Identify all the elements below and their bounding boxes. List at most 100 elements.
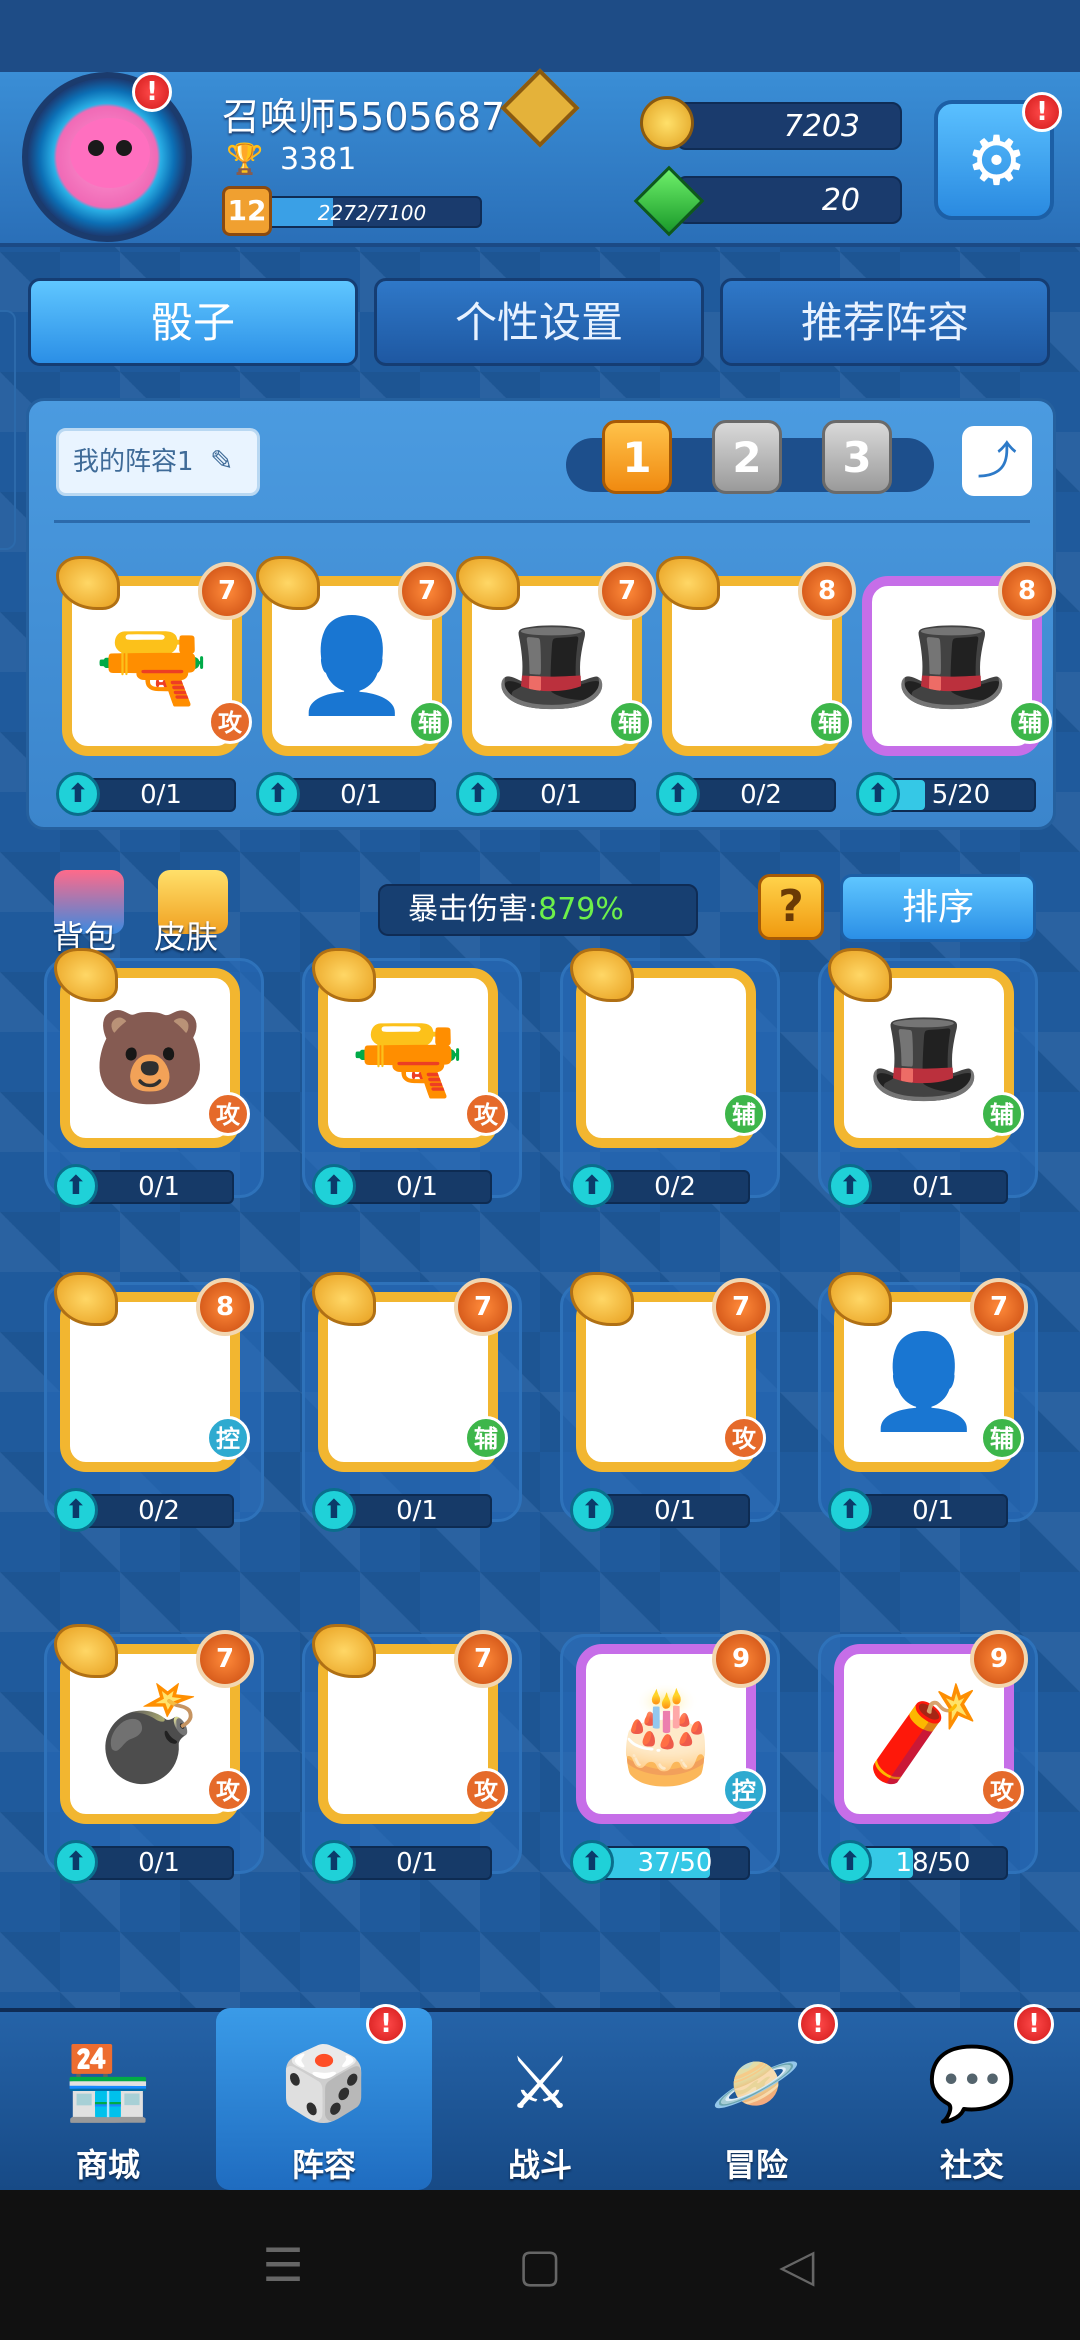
share-button[interactable]: ⤴ [962,426,1032,496]
upgrade-progress: 0/1 ⬆ [828,1164,1018,1208]
nav-label: 社交 [939,2146,1004,2184]
dice-level-badge: 7 [598,562,656,620]
upgrade-arrow-icon[interactable]: ⬆ [54,1840,98,1884]
dice-type-badge: 攻 [206,1092,250,1136]
upgrade-progress: 0/1 ⬆ [56,772,246,816]
trophy-count: 3381 [280,142,357,177]
upgrade-arrow-icon[interactable]: ⬆ [828,1488,872,1532]
coin-value: 7203 [783,109,860,144]
dice-level-badge: 7 [398,562,456,620]
upgrade-progress-bar: 0/1 [342,1494,492,1528]
dice-card[interactable]: 🎩 8 辅 [862,562,1056,756]
home-icon[interactable]: ▢ [515,2240,565,2290]
tab-recommended[interactable]: 推荐阵容 [720,278,1050,366]
dice-type-badge: 辅 [808,700,852,744]
tab-dice[interactable]: 骰子 [28,278,358,366]
upgrade-arrow-icon[interactable]: ⬆ [570,1164,614,1208]
tab-personalize[interactable]: 个性设置 [374,278,704,366]
chat-icon: 💬 [927,2041,1017,2125]
gem-bar[interactable]: 20 [676,176,902,224]
dice-card[interactable]: ❄ 8 控 [54,1272,254,1472]
dice-card[interactable]: 🎩 辅 [828,948,1024,1148]
upgrade-arrow-icon[interactable]: ⬆ [856,772,900,816]
dice-card[interactable]: ⬬ 7 攻 [312,1624,512,1824]
upgrade-arrow-icon[interactable]: ⬆ [54,1164,98,1208]
left-edge-handle[interactable] [0,310,16,550]
upgrade-arrow-icon[interactable]: ⬆ [312,1164,356,1208]
dice-card[interactable]: ✡ 辅 [570,948,766,1148]
planet-icon: 🪐 [711,2041,801,2125]
dice-type-badge: 控 [722,1768,766,1812]
upgrade-progress: 0/1 ⬆ [456,772,646,816]
dice-card[interactable]: 🐻 攻 [54,948,250,1148]
upgrade-arrow-icon[interactable]: ⬆ [312,1840,356,1884]
dice-type-badge: 辅 [980,1092,1024,1136]
dice-card[interactable]: 🔫 攻 [312,948,508,1148]
upgrade-arrow-icon[interactable]: ⬆ [828,1840,872,1884]
upgrade-progress: 0/1 ⬆ [312,1164,502,1208]
upgrade-progress: 37/50 ⬆ [570,1840,760,1884]
nav-item-4[interactable]: 💬 社交! [864,2004,1080,2190]
upgrade-progress-text: 37/50 [637,1848,713,1878]
status-bar-area [0,0,1080,72]
upgrade-arrow-icon[interactable]: ⬆ [256,772,300,816]
nav-label: 冒险 [723,2146,788,2184]
shop-icon: 🏪 [63,2041,153,2125]
upgrade-progress-text: 0/2 [740,780,782,810]
upgrade-arrow-icon[interactable]: ⬆ [456,772,500,816]
nav-item-1[interactable]: 🎲 阵容! [216,2004,432,2190]
nav-label: 阵容 [291,2146,356,2184]
dice-card[interactable]: 🎩 7 辅 [456,556,656,756]
lineup-slot-1[interactable]: 1 [602,420,672,494]
dice-card[interactable]: 💣 7 攻 [54,1624,254,1824]
coin-bar[interactable]: 7203 [676,102,902,150]
upgrade-arrow-icon[interactable]: ⬆ [56,772,100,816]
nav-notification-badge: ! [366,2004,406,2044]
lineup-slot-3[interactable]: 3 [822,420,892,494]
upgrade-progress-text: 0/1 [654,1496,696,1526]
upgrade-arrow-icon[interactable]: ⬆ [312,1488,356,1532]
upgrade-progress-bar: 0/1 [286,778,436,812]
dice-level-badge: 8 [196,1278,254,1336]
upgrade-progress-text: 0/1 [396,1172,438,1202]
upgrade-progress: 18/50 ⬆ [828,1840,1018,1884]
dice-card[interactable]: ✚ 8 辅 [656,556,856,756]
skin-label[interactable]: 皮肤 [154,912,218,958]
upgrade-progress: 0/2 ⬆ [54,1488,244,1532]
exp-bar: 2272/7100 [262,196,482,228]
upgrade-progress-bar: 37/50 [600,1846,750,1880]
help-button[interactable]: ? [758,874,824,940]
dice-card[interactable]: 😈 7 辅 [312,1272,512,1472]
dice-card[interactable]: 👤 7 辅 [828,1272,1028,1472]
dice-card[interactable]: ❖ 7 攻 [570,1272,770,1472]
lineup-slot-2[interactable]: 2 [712,420,782,494]
avatar-eye-left [88,140,104,156]
dice-card[interactable]: 🎂 9 控 [576,1630,770,1824]
nav-item-3[interactable]: 🪐 冒险! [648,2004,864,2190]
upgrade-arrow-icon[interactable]: ⬆ [828,1164,872,1208]
nav-item-2[interactable]: ⚔ 战斗 [432,2008,648,2190]
upgrade-progress-text: 0/1 [396,1496,438,1526]
menu-icon[interactable]: ☰ [258,2240,308,2290]
avatar-face [70,118,150,188]
nav-notification-badge: ! [1014,2004,1054,2044]
dice-type-badge: 辅 [1008,700,1052,744]
dice-card[interactable]: 🧨 9 攻 [834,1630,1028,1824]
dice-type-badge: 攻 [208,700,252,744]
upgrade-progress-bar: 0/1 [858,1170,1008,1204]
dice-level-badge: 7 [712,1278,770,1336]
upgrade-arrow-icon[interactable]: ⬆ [570,1488,614,1532]
gem-value: 20 [821,183,860,218]
crit-damage-panel: 暴击伤害:879% [378,884,698,936]
dice-card[interactable]: 👤 7 辅 [256,556,456,756]
dice-level-badge: 7 [970,1278,1028,1336]
dice-card[interactable]: 🔫 7 攻 [56,556,256,756]
sort-button[interactable]: 排序 [840,874,1036,942]
upgrade-arrow-icon[interactable]: ⬆ [570,1840,614,1884]
upgrade-arrow-icon[interactable]: ⬆ [54,1488,98,1532]
nav-item-0[interactable]: 🏪 商城 [0,2008,216,2190]
back-icon[interactable]: ◁ [772,2240,822,2290]
dice-icon: 🎲 [279,2041,369,2125]
upgrade-arrow-icon[interactable]: ⬆ [656,772,700,816]
dice-type-badge: 攻 [980,1768,1024,1812]
